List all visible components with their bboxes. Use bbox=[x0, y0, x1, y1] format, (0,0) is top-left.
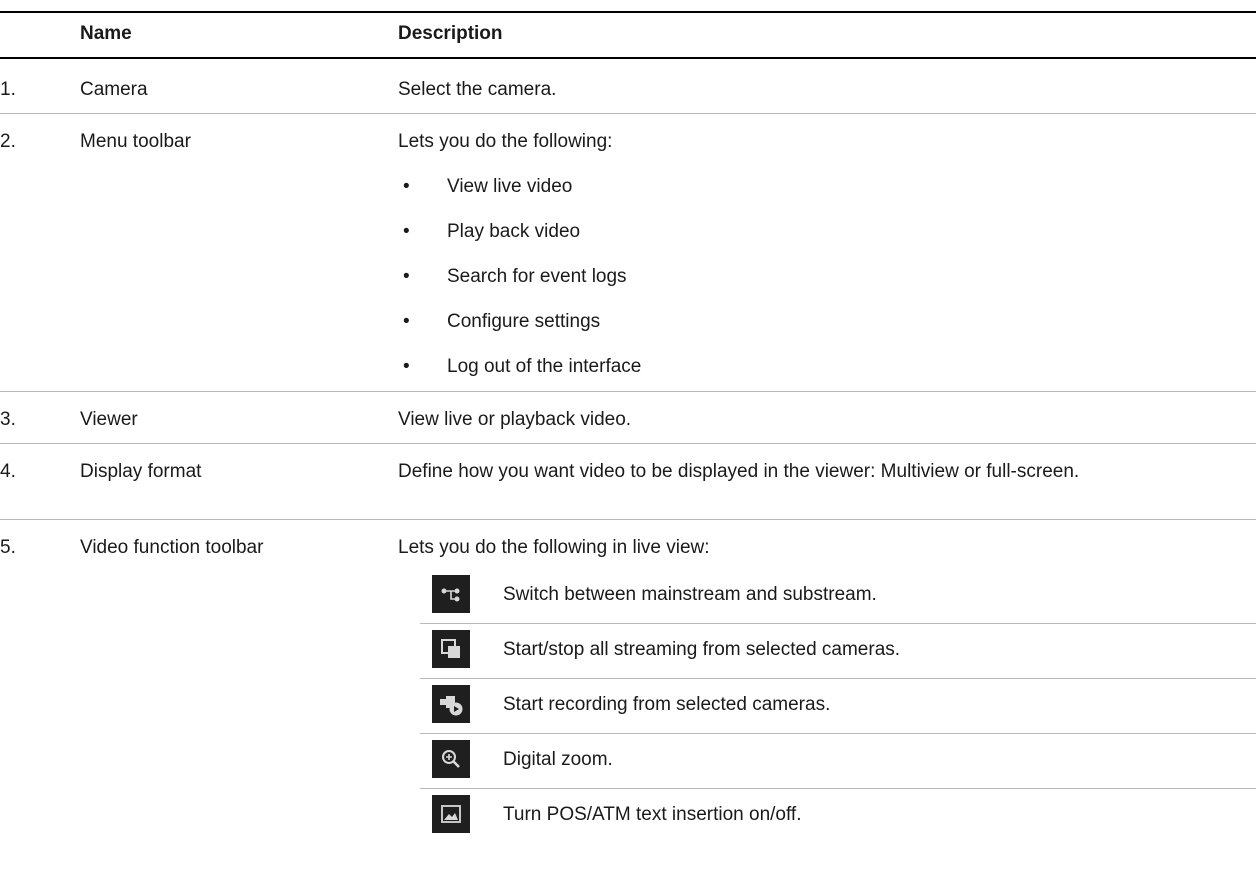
text-insertion-icon bbox=[432, 795, 470, 833]
all-streams-icon bbox=[432, 630, 470, 668]
function-description: Start recording from selected cameras. bbox=[503, 694, 831, 715]
record-camera-icon bbox=[432, 685, 470, 723]
row-name: Menu toolbar bbox=[80, 131, 191, 152]
function-separator bbox=[420, 788, 1256, 789]
row-separator bbox=[0, 391, 1256, 392]
row-description: Define how you want video to be displaye… bbox=[398, 461, 1080, 482]
function-description: Turn POS/ATM text insertion on/off. bbox=[503, 804, 802, 825]
row-number: 5. bbox=[0, 537, 16, 558]
function-separator bbox=[420, 678, 1256, 679]
bullet-item: View live video bbox=[447, 176, 573, 197]
bullet-icon: • bbox=[403, 311, 410, 332]
row-separator bbox=[0, 519, 1256, 520]
row-description: Lets you do the following in live view: bbox=[398, 537, 710, 558]
bullet-item: Search for event logs bbox=[447, 266, 627, 287]
bullet-item: Play back video bbox=[447, 221, 581, 242]
bullet-icon: • bbox=[403, 356, 410, 377]
bullet-icon: • bbox=[403, 266, 410, 287]
function-separator bbox=[420, 733, 1256, 734]
table-top-rule bbox=[0, 11, 1256, 13]
row-name: Video function toolbar bbox=[80, 537, 264, 558]
digital-zoom-icon bbox=[432, 740, 470, 778]
row-description: Select the camera. bbox=[398, 79, 557, 100]
table-title-fragment bbox=[0, 0, 140, 10]
row-description: View live or playback video. bbox=[398, 409, 632, 430]
row-separator bbox=[0, 443, 1256, 444]
function-separator bbox=[420, 623, 1256, 624]
bullet-item: Configure settings bbox=[447, 311, 601, 332]
column-header-description: Description bbox=[398, 23, 503, 44]
row-number: 1. bbox=[0, 79, 16, 100]
row-description: Lets you do the following: bbox=[398, 131, 613, 152]
row-name: Viewer bbox=[80, 409, 138, 430]
function-description: Digital zoom. bbox=[503, 749, 613, 770]
bullet-item: Log out of the interface bbox=[447, 356, 642, 377]
row-number: 2. bbox=[0, 131, 16, 152]
function-description: Start/stop all streaming from selected c… bbox=[503, 639, 901, 660]
stream-switch-icon bbox=[432, 575, 470, 613]
row-separator bbox=[0, 113, 1256, 114]
function-description: Switch between mainstream and substream. bbox=[503, 584, 877, 605]
row-name: Camera bbox=[80, 79, 148, 100]
row-number: 3. bbox=[0, 409, 16, 430]
header-rule bbox=[0, 57, 1256, 59]
column-header-name: Name bbox=[80, 23, 132, 44]
row-name: Display format bbox=[80, 461, 202, 482]
row-number: 4. bbox=[0, 461, 16, 482]
bullet-icon: • bbox=[403, 221, 410, 242]
bullet-icon: • bbox=[403, 176, 410, 197]
